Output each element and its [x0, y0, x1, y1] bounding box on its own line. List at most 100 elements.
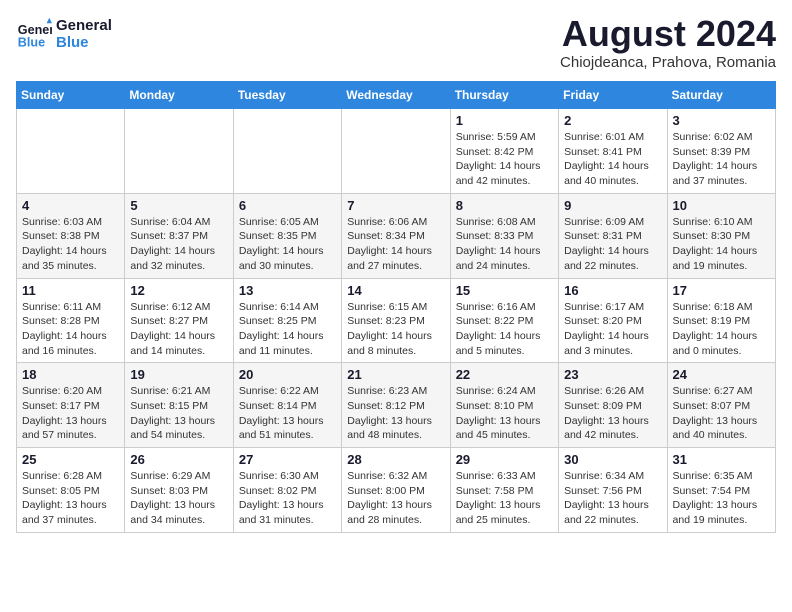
calendar-cell	[17, 109, 125, 194]
day-info: Sunrise: 6:24 AM Sunset: 8:10 PM Dayligh…	[456, 384, 553, 443]
day-info: Sunrise: 6:08 AM Sunset: 8:33 PM Dayligh…	[456, 215, 553, 274]
day-info: Sunrise: 6:02 AM Sunset: 8:39 PM Dayligh…	[673, 130, 770, 189]
day-info: Sunrise: 6:34 AM Sunset: 7:56 PM Dayligh…	[564, 469, 661, 528]
day-info: Sunrise: 6:03 AM Sunset: 8:38 PM Dayligh…	[22, 215, 119, 274]
day-number: 13	[239, 283, 336, 298]
day-number: 6	[239, 198, 336, 213]
day-number: 14	[347, 283, 444, 298]
weekday-header-friday: Friday	[559, 82, 667, 109]
day-info: Sunrise: 6:14 AM Sunset: 8:25 PM Dayligh…	[239, 300, 336, 359]
weekday-header-sunday: Sunday	[17, 82, 125, 109]
day-number: 30	[564, 452, 661, 467]
weekday-header-monday: Monday	[125, 82, 233, 109]
weekday-header-thursday: Thursday	[450, 82, 558, 109]
day-info: Sunrise: 6:09 AM Sunset: 8:31 PM Dayligh…	[564, 215, 661, 274]
day-number: 26	[130, 452, 227, 467]
day-number: 29	[456, 452, 553, 467]
calendar-cell	[342, 109, 450, 194]
day-number: 9	[564, 198, 661, 213]
weekday-header-saturday: Saturday	[667, 82, 775, 109]
svg-text:Blue: Blue	[18, 36, 45, 50]
day-number: 21	[347, 367, 444, 382]
calendar-cell: 27Sunrise: 6:30 AM Sunset: 8:02 PM Dayli…	[233, 448, 341, 533]
calendar-cell: 21 Sunrise: 6:23 AM Sunset: 8:12 PM Dayli…	[342, 363, 450, 448]
day-number: 1	[456, 113, 553, 128]
day-number: 22	[456, 367, 553, 382]
calendar-cell: 14 Sunrise: 6:15 AM Sunset: 8:23 PM Dayli…	[342, 278, 450, 363]
logo: General Blue General Blue	[16, 16, 112, 52]
day-info: Sunrise: 6:32 AM Sunset: 8:00 PM Dayligh…	[347, 469, 444, 528]
day-info: Sunrise: 6:15 AM Sunset: 8:23 PM Dayligh…	[347, 300, 444, 359]
day-number: 15	[456, 283, 553, 298]
day-info: Sunrise: 6:29 AM Sunset: 8:03 PM Dayligh…	[130, 469, 227, 528]
calendar-cell: 5 Sunrise: 6:04 AM Sunset: 8:37 PM Daylig…	[125, 193, 233, 278]
day-info: Sunrise: 6:04 AM Sunset: 8:37 PM Dayligh…	[130, 215, 227, 274]
day-number: 16	[564, 283, 661, 298]
calendar-cell: 4Sunrise: 6:03 AM Sunset: 8:38 PM Daylig…	[17, 193, 125, 278]
day-info: Sunrise: 6:30 AM Sunset: 8:02 PM Dayligh…	[239, 469, 336, 528]
day-info: Sunrise: 6:22 AM Sunset: 8:14 PM Dayligh…	[239, 384, 336, 443]
day-info: Sunrise: 6:11 AM Sunset: 8:28 PM Dayligh…	[22, 300, 119, 359]
week-row-1: 4Sunrise: 6:03 AM Sunset: 8:38 PM Daylig…	[17, 193, 776, 278]
calendar-cell: 3Sunrise: 6:02 AM Sunset: 8:39 PM Daylig…	[667, 109, 775, 194]
calendar-cell: 30 Sunrise: 6:34 AM Sunset: 7:56 PM Dayli…	[559, 448, 667, 533]
calendar-cell: 10Sunrise: 6:10 AM Sunset: 8:30 PM Dayli…	[667, 193, 775, 278]
calendar-cell: 20 Sunrise: 6:22 AM Sunset: 8:14 PM Dayli…	[233, 363, 341, 448]
title-area: August 2024 Chiojdeanca, Prahova, Romani…	[560, 16, 776, 71]
calendar-cell: 7Sunrise: 6:06 AM Sunset: 8:34 PM Daylig…	[342, 193, 450, 278]
day-info: Sunrise: 6:26 AM Sunset: 8:09 PM Dayligh…	[564, 384, 661, 443]
calendar-cell: 22 Sunrise: 6:24 AM Sunset: 8:10 PM Dayli…	[450, 363, 558, 448]
calendar-cell: 25Sunrise: 6:28 AM Sunset: 8:05 PM Dayli…	[17, 448, 125, 533]
day-number: 28	[347, 452, 444, 467]
month-title: August 2024	[560, 16, 776, 52]
day-info: Sunrise: 6:10 AM Sunset: 8:30 PM Dayligh…	[673, 215, 770, 274]
calendar-cell: 16Sunrise: 6:17 AM Sunset: 8:20 PM Dayli…	[559, 278, 667, 363]
logo-text-general: General	[56, 17, 112, 34]
calendar-cell: 12 Sunrise: 6:12 AM Sunset: 8:27 PM Dayli…	[125, 278, 233, 363]
calendar-cell: 13 Sunrise: 6:14 AM Sunset: 8:25 PM Dayli…	[233, 278, 341, 363]
calendar-cell	[233, 109, 341, 194]
calendar-cell: 19Sunrise: 6:21 AM Sunset: 8:15 PM Dayli…	[125, 363, 233, 448]
day-info: Sunrise: 6:23 AM Sunset: 8:12 PM Dayligh…	[347, 384, 444, 443]
calendar-cell: 1 Sunrise: 5:59 AM Sunset: 8:42 PM Daylig…	[450, 109, 558, 194]
day-number: 8	[456, 198, 553, 213]
calendar-cell: 23Sunrise: 6:26 AM Sunset: 8:09 PM Dayli…	[559, 363, 667, 448]
calendar-cell: 6 Sunrise: 6:05 AM Sunset: 8:35 PM Daylig…	[233, 193, 341, 278]
week-row-3: 18Sunrise: 6:20 AM Sunset: 8:17 PM Dayli…	[17, 363, 776, 448]
week-row-2: 11 Sunrise: 6:11 AM Sunset: 8:28 PM Dayli…	[17, 278, 776, 363]
day-number: 24	[673, 367, 770, 382]
day-info: Sunrise: 6:28 AM Sunset: 8:05 PM Dayligh…	[22, 469, 119, 528]
location-title: Chiojdeanca, Prahova, Romania	[560, 54, 776, 71]
day-number: 7	[347, 198, 444, 213]
day-number: 12	[130, 283, 227, 298]
calendar-cell: 17 Sunrise: 6:18 AM Sunset: 8:19 PM Dayli…	[667, 278, 775, 363]
day-number: 31	[673, 452, 770, 467]
day-info: Sunrise: 6:35 AM Sunset: 7:54 PM Dayligh…	[673, 469, 770, 528]
weekday-header-wednesday: Wednesday	[342, 82, 450, 109]
day-number: 17	[673, 283, 770, 298]
day-number: 11	[22, 283, 119, 298]
calendar-cell: 2Sunrise: 6:01 AM Sunset: 8:41 PM Daylig…	[559, 109, 667, 194]
calendar-body: 1 Sunrise: 5:59 AM Sunset: 8:42 PM Daylig…	[17, 109, 776, 533]
logo-text-blue: Blue	[56, 34, 112, 51]
day-info: Sunrise: 6:01 AM Sunset: 8:41 PM Dayligh…	[564, 130, 661, 189]
calendar-cell: 18Sunrise: 6:20 AM Sunset: 8:17 PM Dayli…	[17, 363, 125, 448]
header: General Blue General Blue August 2024 Ch…	[16, 16, 776, 71]
week-row-4: 25Sunrise: 6:28 AM Sunset: 8:05 PM Dayli…	[17, 448, 776, 533]
day-number: 5	[130, 198, 227, 213]
day-info: Sunrise: 6:05 AM Sunset: 8:35 PM Dayligh…	[239, 215, 336, 274]
calendar-cell: 8 Sunrise: 6:08 AM Sunset: 8:33 PM Daylig…	[450, 193, 558, 278]
calendar-cell	[125, 109, 233, 194]
calendar-cell: 15Sunrise: 6:16 AM Sunset: 8:22 PM Dayli…	[450, 278, 558, 363]
day-info: Sunrise: 6:18 AM Sunset: 8:19 PM Dayligh…	[673, 300, 770, 359]
day-info: Sunrise: 6:21 AM Sunset: 8:15 PM Dayligh…	[130, 384, 227, 443]
day-number: 18	[22, 367, 119, 382]
calendar: SundayMondayTuesdayWednesdayThursdayFrid…	[16, 81, 776, 533]
calendar-cell: 28 Sunrise: 6:32 AM Sunset: 8:00 PM Dayli…	[342, 448, 450, 533]
day-info: Sunrise: 5:59 AM Sunset: 8:42 PM Dayligh…	[456, 130, 553, 189]
logo-icon: General Blue	[16, 16, 52, 52]
day-info: Sunrise: 6:12 AM Sunset: 8:27 PM Dayligh…	[130, 300, 227, 359]
weekday-header-tuesday: Tuesday	[233, 82, 341, 109]
week-row-0: 1 Sunrise: 5:59 AM Sunset: 8:42 PM Daylig…	[17, 109, 776, 194]
day-number: 20	[239, 367, 336, 382]
